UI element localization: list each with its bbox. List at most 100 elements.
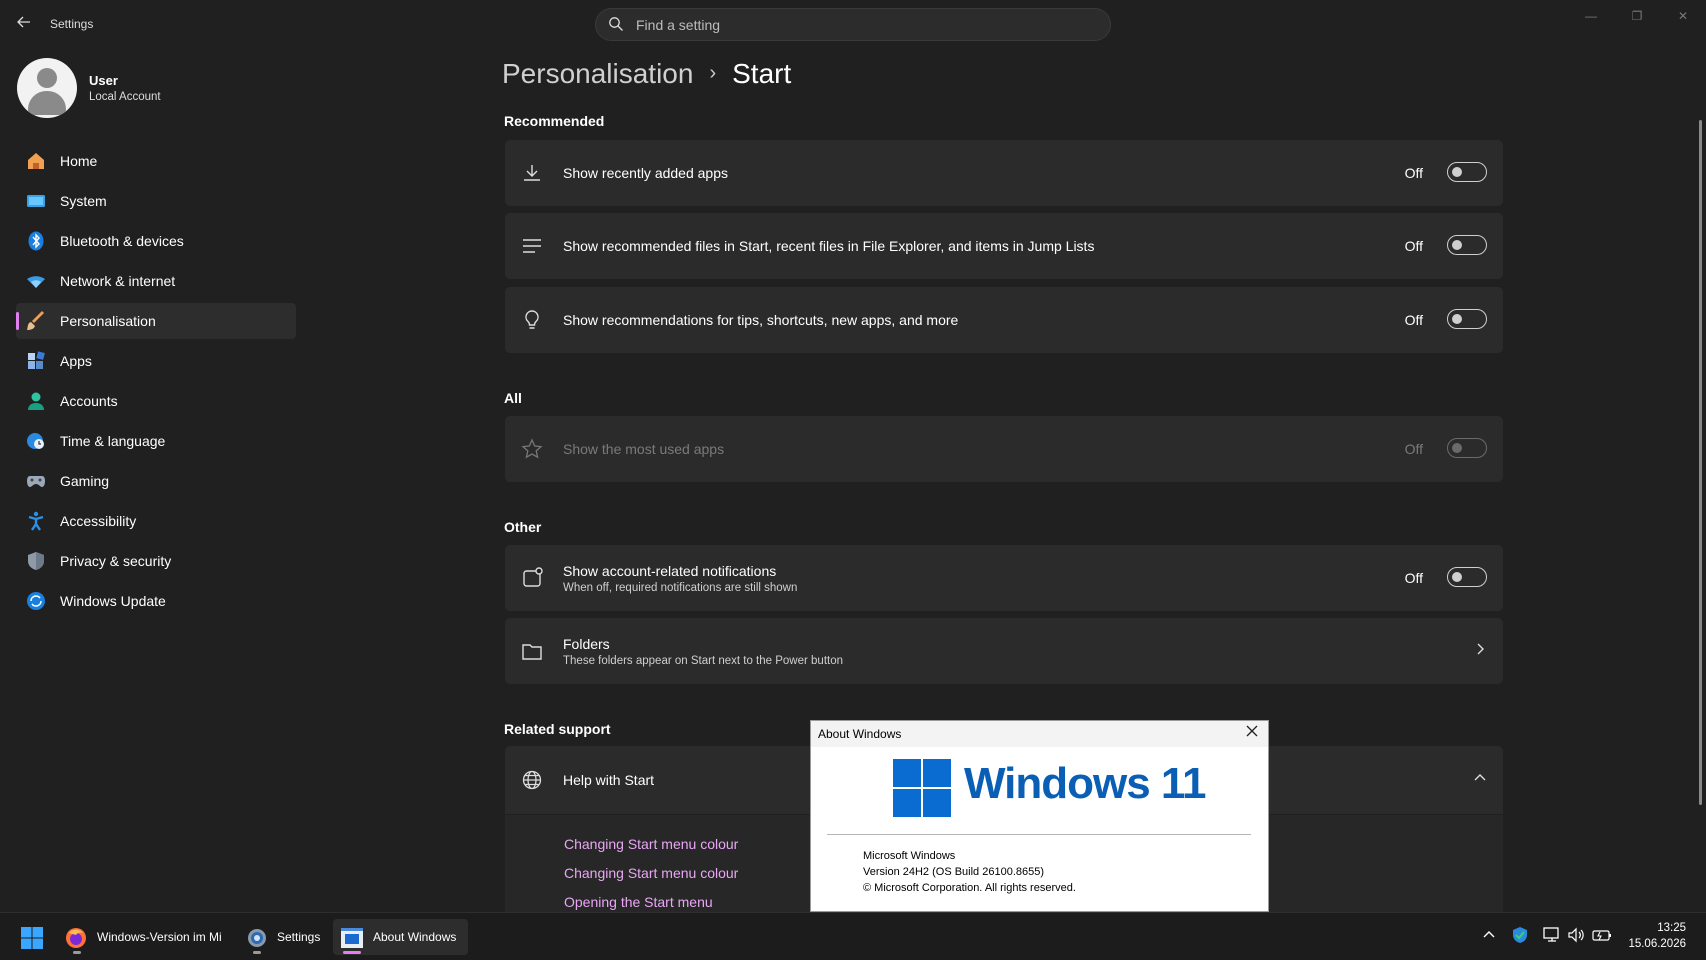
list-icon [521,235,543,257]
back-arrow-icon[interactable] [14,14,34,34]
start-button[interactable] [14,919,50,955]
section-related-support: Related support [504,721,611,737]
setting-tips[interactable]: Show recommendations for tips, shortcuts… [505,287,1503,353]
chevron-up-icon[interactable] [1473,770,1487,786]
winver-icon [341,928,363,948]
clock[interactable]: 13:25 15.06.2026 [1628,920,1686,952]
divider [827,834,1251,835]
setting-label: Show the most used apps [563,441,725,457]
sidebar-item-time-language[interactable]: Time & language [16,423,296,459]
recommended-files-toggle[interactable] [1447,235,1487,255]
sidebar-item-label: Accounts [60,393,118,409]
help-link[interactable]: Changing Start menu colour [564,836,738,852]
notification-icon [521,567,543,589]
sidebar-item-gaming[interactable]: Gaming [16,463,296,499]
volume-icon[interactable] [1567,926,1585,947]
help-link[interactable]: Opening the Start menu [564,894,713,910]
sidebar-nav: Home System Bluetooth & devices Network … [16,143,296,623]
most-used-toggle [1447,438,1487,458]
windows-start-icon [21,927,43,949]
minimize-button[interactable]: — [1568,6,1614,26]
search-icon [608,16,624,37]
sidebar-item-personalisation[interactable]: Personalisation [16,303,296,339]
breadcrumb-separator: › [709,62,717,84]
title-bar: Settings — ❐ ✕ [0,0,1706,48]
avatar [17,58,77,118]
bluetooth-icon [26,231,46,251]
breadcrumb-parent[interactable]: Personalisation [502,58,693,89]
clock-time: 13:25 [1657,922,1686,934]
sidebar-item-windows-update[interactable]: Windows Update [16,583,296,619]
search-input[interactable] [636,15,1096,35]
sidebar-item-label: Time & language [60,433,166,449]
section-other: Other [504,519,542,535]
sidebar-item-accounts[interactable]: Accounts [16,383,296,419]
toggle-state: Off [1404,165,1423,181]
setting-recommended-files[interactable]: Show recommended files in Start, recent … [505,213,1503,279]
restore-button[interactable]: ❐ [1614,6,1660,26]
breadcrumb: Personalisation › Start [502,58,791,90]
sidebar-item-label: Apps [60,353,92,369]
sidebar-item-label: Personalisation [60,313,156,329]
taskbar-app-firefox[interactable]: Windows-Version im Mi [60,919,232,955]
setting-label: Show recommendations for tips, shortcuts… [563,312,959,328]
setting-label: Show account-related notifications [563,563,777,579]
windows-wordmark: Windows 11 [964,759,1206,808]
chevron-right-icon [1475,642,1487,659]
sidebar-item-system[interactable]: System [16,183,296,219]
sidebar-item-label: Gaming [60,473,110,489]
clock-date: 15.06.2026 [1628,938,1686,950]
system-icon [26,191,46,211]
lightbulb-icon [521,309,543,331]
copyright: © Microsoft Corporation. All rights rese… [863,882,1076,894]
tips-toggle[interactable] [1447,309,1487,329]
gamepad-icon [26,471,46,491]
setting-label: Show recommended files in Start, recent … [563,238,1095,254]
setting-recent-apps[interactable]: Show recently added apps Off [505,140,1503,206]
wifi-icon [26,271,46,291]
toggle-state: Off [1404,238,1423,254]
help-link[interactable]: Changing Start menu colour [564,865,738,881]
chevron-up-icon[interactable] [1482,928,1496,943]
sidebar-item-home[interactable]: Home [16,143,296,179]
sidebar-item-privacy[interactable]: Privacy & security [16,543,296,579]
recent-apps-toggle[interactable] [1447,162,1487,182]
sidebar-item-apps[interactable]: Apps [16,343,296,379]
battery-icon[interactable] [1592,926,1612,947]
account-type: Local Account [89,91,161,103]
dialog-close-button[interactable] [1245,724,1259,741]
settings-gear-icon [248,929,266,947]
sidebar-item-label: Windows Update [60,593,166,609]
globe-icon [521,769,543,796]
setting-description: When off, required notifications are sti… [563,582,798,594]
section-all: All [504,390,522,406]
folder-icon [521,640,543,662]
sidebar-item-network[interactable]: Network & internet [16,263,296,299]
page-title: Start [732,58,792,89]
section-recommended: Recommended [504,113,605,129]
accessibility-icon [26,511,46,531]
network-icon[interactable] [1543,926,1561,947]
sidebar-item-bluetooth[interactable]: Bluetooth & devices [16,223,296,259]
toggle-state: Off [1404,441,1423,457]
version-info: Version 24H2 (OS Build 26100.8655) [863,866,1045,878]
running-indicator [253,951,261,954]
scrollbar[interactable] [1699,120,1702,805]
sidebar-item-label: Home [60,153,98,169]
account-notifications-toggle[interactable] [1447,567,1487,587]
app-title: Settings [50,17,94,31]
taskbar: Windows-Version im Mi Settings About Win… [0,912,1706,960]
taskbar-app-about-windows[interactable]: About Windows [333,919,468,955]
dialog-content: Windows 11 Microsoft Windows Version 24H… [811,747,1268,911]
defender-icon[interactable] [1511,926,1529,947]
taskbar-app-settings[interactable]: Settings [240,919,322,955]
sidebar-item-accessibility[interactable]: Accessibility [16,503,296,539]
setting-account-notifications[interactable]: Show account-related notifications When … [505,545,1503,611]
close-button[interactable]: ✕ [1660,6,1706,26]
accounts-icon [26,391,46,411]
taskbar-app-label: Settings [277,930,321,944]
running-indicator [73,951,81,954]
shield-icon [26,551,46,571]
setting-folders[interactable]: Folders These folders appear on Start ne… [505,618,1503,684]
search-box[interactable] [595,8,1111,41]
